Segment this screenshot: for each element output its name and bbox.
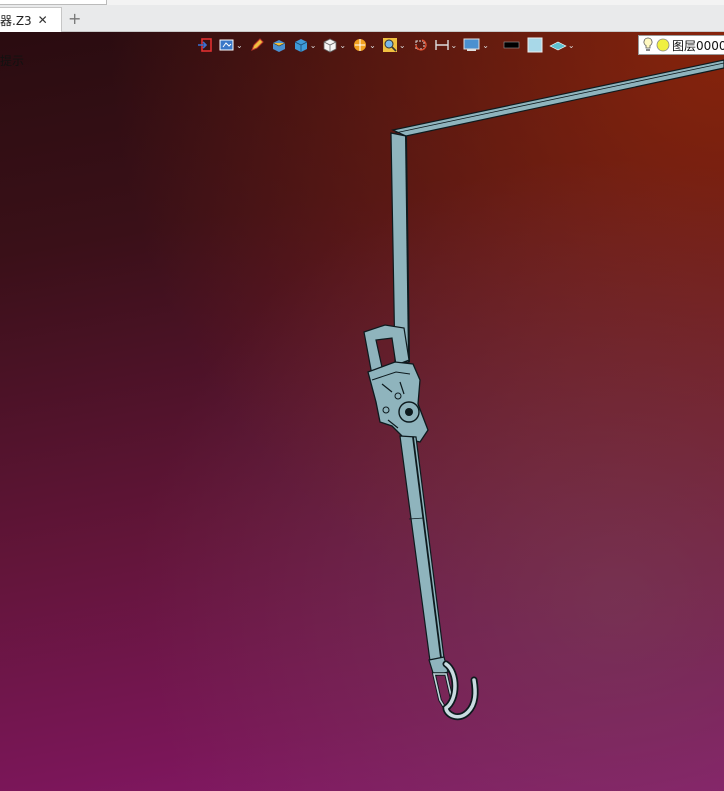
layer-selector[interactable]: 图层0000: [638, 35, 724, 55]
hint-text: 提示: [0, 54, 25, 68]
display-icon[interactable]: ⌄: [461, 35, 491, 55]
strap-model[interactable]: [0, 32, 724, 791]
chevron-down-icon: ⌄: [398, 40, 406, 50]
pen-icon[interactable]: [247, 35, 267, 55]
chevron-down-icon: ⌄: [567, 40, 575, 50]
box-icon[interactable]: [269, 35, 289, 55]
zoom-icon[interactable]: ⌄: [380, 35, 408, 55]
chevron-down-icon: ⌄: [482, 40, 489, 50]
cube-icon[interactable]: ⌄: [291, 35, 319, 55]
sphere-icon[interactable]: ⌄: [350, 35, 378, 55]
view-toolbar: ⌄ ⌄ ⌄ ⌄ ⌄ ⌄ ⌄ ⌄: [195, 34, 577, 56]
add-tab-icon[interactable]: +: [68, 9, 81, 28]
3d-viewport[interactable]: 提示 ⌄ ⌄ ⌄ ⌄ ⌄ ⌄ ⌄ ⌄ 图层0000: [0, 32, 724, 791]
tab-document[interactable]: 器.Z3 ✕: [0, 7, 62, 32]
exit-icon[interactable]: [195, 35, 215, 55]
lightbulb-icon[interactable]: [642, 37, 654, 53]
black-rect-icon[interactable]: [501, 35, 523, 55]
cyan-square-icon[interactable]: [525, 35, 545, 55]
chevron-down-icon: ⌄: [369, 40, 376, 50]
white-cube-icon[interactable]: ⌄: [320, 35, 348, 55]
chevron-down-icon: ⌄: [309, 40, 317, 50]
layer-shape-icon[interactable]: ⌄: [547, 35, 577, 55]
layer-name: 图层0000: [672, 38, 724, 53]
view-icon[interactable]: ⌄: [217, 35, 245, 55]
tab-bar: 器.Z3 ✕ +: [0, 5, 724, 32]
close-icon[interactable]: ✕: [38, 13, 48, 27]
ratchet-body: [367, 361, 429, 443]
chevron-down-icon: ⌄: [450, 40, 458, 50]
dimension-icon[interactable]: ⌄: [432, 35, 460, 55]
tab-label: 器.Z3: [0, 13, 32, 28]
rotate-icon[interactable]: [410, 35, 430, 55]
layer-color-icon[interactable]: [656, 38, 670, 52]
chevron-down-icon: ⌄: [236, 40, 243, 50]
chevron-down-icon: ⌄: [339, 40, 347, 50]
